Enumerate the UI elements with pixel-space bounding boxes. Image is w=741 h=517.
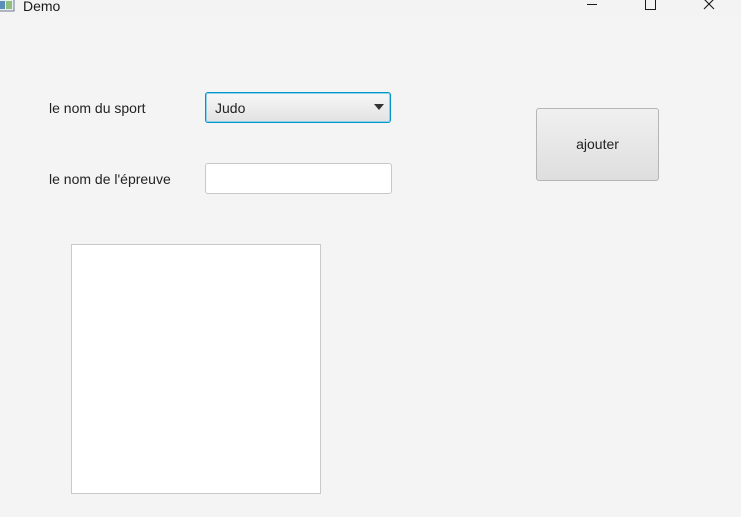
close-icon	[703, 0, 715, 10]
maximize-icon	[645, 0, 656, 10]
epreuve-name-input[interactable]	[205, 163, 392, 194]
title-bar[interactable]: Demo	[0, 0, 741, 16]
window-title: Demo	[23, 0, 61, 14]
dropdown-arrow-icon[interactable]	[374, 104, 384, 110]
minimize-button[interactable]	[569, 0, 615, 16]
sport-name-label: le nom du sport	[49, 100, 146, 116]
sport-combo-box[interactable]: Judo	[205, 92, 391, 123]
epreuve-list-view[interactable]	[71, 244, 321, 494]
close-button[interactable]	[686, 0, 732, 16]
add-button[interactable]: ajouter	[536, 108, 659, 181]
app-icon	[0, 0, 15, 12]
sport-selected-value: Judo	[215, 100, 246, 116]
minimize-icon	[587, 4, 597, 5]
app-window: Demo le nom du sport Judo le nom de l'ép…	[0, 0, 741, 517]
maximize-button[interactable]	[627, 0, 673, 16]
epreuve-name-label: le nom de l'épreuve	[49, 171, 171, 187]
